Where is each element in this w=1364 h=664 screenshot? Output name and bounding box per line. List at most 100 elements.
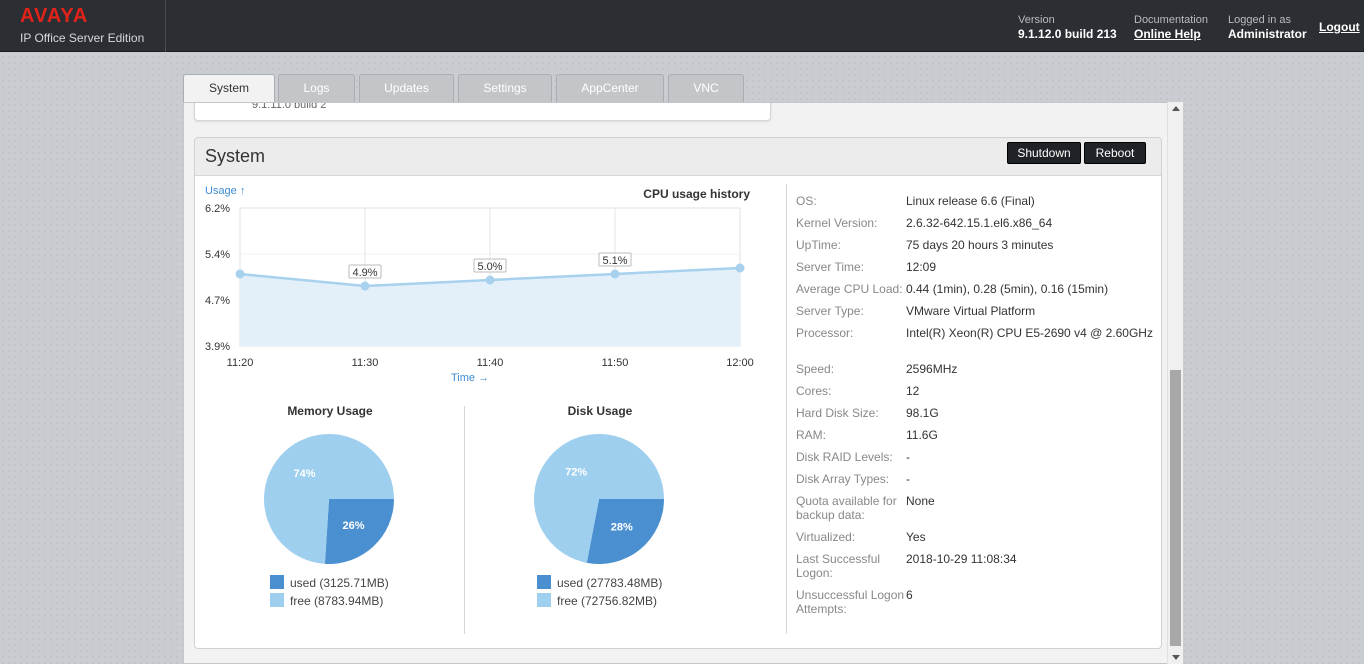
cpu-x-tick: 11:50 [602, 357, 629, 369]
system-info-value: 11.6G [906, 428, 938, 442]
memory-free-swatch [270, 593, 284, 607]
system-info-key: Hard Disk Size: [796, 406, 879, 420]
disk-used-label: used (27783.48MB) [557, 576, 663, 590]
system-info-row: Speed: 2596MHz [796, 362, 1156, 384]
cpu-data-point [235, 269, 245, 279]
system-info-value: - [906, 450, 910, 464]
system-info-row: UpTime: 75 days 20 hours 3 minutes [796, 238, 1156, 260]
system-info-row: Server Time: 12:09 [796, 260, 1156, 282]
memory-usage-title: Memory Usage [287, 404, 373, 418]
vertical-scrollbar[interactable] [1167, 102, 1183, 664]
system-info-value: 2018-10-29 11:08:34 [906, 552, 1017, 566]
system-info-row: Cores: 12 [796, 384, 1156, 406]
system-info-value: 0.44 (1min), 0.28 (5min), 0.16 (15min) [906, 282, 1109, 296]
memory-slice-label: 74% [294, 468, 316, 480]
system-info-row: Average CPU Load: 0.44 (1min), 0.28 (5min… [796, 282, 1156, 304]
cpu-y-axis-label: Usage ↑ [205, 185, 245, 197]
previous-card: 9.1.11.0 build 2 [194, 102, 771, 121]
system-info-value: 75 days 20 hours 3 minutes [906, 238, 1054, 252]
scrollbar-thumb[interactable] [1170, 370, 1181, 646]
cpu-data-point [735, 263, 745, 273]
memory-legend-used: used (3125.71MB) [270, 575, 389, 593]
memory-usage-pie: 26% 74% [264, 434, 394, 564]
previous-card-text: 9.1.11.0 build 2 [252, 102, 327, 111]
system-info-key: UpTime: [796, 238, 841, 252]
cpu-data-point [360, 281, 370, 291]
system-info-value: 2.6.32-642.15.1.el6.x86_64 [906, 216, 1053, 230]
tab-logs[interactable]: Logs [278, 74, 355, 102]
disk-free-label: free (72756.82MB) [557, 594, 658, 608]
online-help-link[interactable]: Online Help [1134, 27, 1201, 41]
system-info-value: 12:09 [906, 260, 937, 274]
memory-used-swatch [270, 575, 284, 589]
cpu-x-tick: 11:30 [352, 357, 379, 369]
system-panel-title: System [205, 146, 266, 166]
memory-used-label: used (3125.71MB) [290, 576, 389, 590]
cpu-x-tick: 11:40 [477, 357, 504, 369]
system-info-row: OS: Linux release 6.6 (Final) [796, 194, 1156, 216]
system-info-row: RAM: 11.6G [796, 428, 1156, 450]
system-info-key: Last Successful Logon: [796, 552, 881, 580]
memory-free-label: free (8783.94MB) [290, 594, 384, 608]
system-info-value: VMware Virtual Platform [906, 304, 1036, 318]
system-info-row: Disk RAID Levels: - [796, 450, 1156, 472]
cpu-y-tick: 4.7% [205, 295, 230, 307]
shutdown-button[interactable]: Shutdown [1007, 142, 1081, 164]
system-info-row: Unsuccessful Logon Attempts: 6 [796, 588, 1156, 624]
tab-system[interactable]: System [183, 74, 275, 103]
system-info-row: Quota available for backup data: None [796, 494, 1156, 530]
disk-legend: used (27783.48MB) free (72756.82MB) [537, 575, 662, 611]
system-info-value: 12 [906, 384, 920, 398]
system-info-row: Hard Disk Size: 98.1G [796, 406, 1156, 428]
system-panel: System Shutdown Reboot 6.2% 5.4% 4.7% 3.9% 4… [194, 137, 1162, 649]
cpu-data-label: 5.1% [602, 255, 627, 267]
disk-legend-free: free (72756.82MB) [537, 593, 662, 611]
documentation-info: Documentation Online Help [1134, 14, 1208, 42]
disk-used-swatch [537, 575, 551, 589]
logged-in-user: Administrator [1228, 27, 1307, 41]
system-info-value: - [906, 472, 910, 486]
system-info-key: Quota available for backup data: [796, 494, 897, 522]
scroll-up-icon[interactable] [1172, 106, 1180, 111]
logged-in-label: Logged in as [1228, 14, 1291, 26]
cpu-data-point [485, 275, 495, 285]
system-info-key: Disk Array Types: [796, 472, 890, 486]
disk-slice-label: 28% [611, 522, 633, 534]
system-info-row: Disk Array Types: - [796, 472, 1156, 494]
system-info-value: 2596MHz [906, 362, 958, 376]
tab-appcenter[interactable]: AppCenter [556, 74, 664, 102]
scroll-down-icon[interactable] [1172, 655, 1180, 660]
cpu-y-tick: 6.2% [205, 203, 230, 215]
system-info-key: RAM: [796, 428, 826, 442]
tab-settings[interactable]: Settings [458, 74, 552, 102]
disk-slice-label: 72% [565, 466, 587, 478]
system-panel-header: System Shutdown Reboot [195, 138, 1161, 176]
system-info-row: Server Type: VMware Virtual Platform [796, 304, 1156, 326]
disk-usage-pie: 28% 72% [534, 434, 664, 564]
documentation-label: Documentation [1134, 14, 1208, 26]
content-area: 9.1.11.0 build 2 System Shutdown Reboot … [183, 102, 1183, 664]
system-info-row: Kernel Version: 2.6.32-642.15.1.el6.x86_6… [796, 216, 1156, 238]
cpu-y-tick: 3.9% [205, 341, 230, 353]
memory-legend-free: free (8783.94MB) [270, 593, 389, 611]
system-info-key: Server Time: [796, 260, 865, 274]
system-info-key: Cores: [796, 384, 832, 398]
system-info-key: Average CPU Load: [796, 282, 903, 296]
system-info-value: 6 [906, 588, 913, 602]
version-label: Version [1018, 14, 1055, 26]
system-info-row: Last Successful Logon: 2018-10-29 11:08:3… [796, 552, 1156, 588]
cpu-data-label: 5.0% [477, 261, 502, 273]
top-bar: AVAYA IP Office Server Edition Version 9… [0, 0, 1364, 52]
system-info-value: None [906, 494, 935, 508]
logout-link[interactable]: Logout [1319, 20, 1360, 34]
system-info-value: Intel(R) Xeon(R) CPU E5-2690 v4 @ 2.60GH… [906, 326, 1153, 340]
tab-vnc[interactable]: VNC [668, 74, 744, 102]
reboot-button[interactable]: Reboot [1084, 142, 1146, 164]
tab-updates[interactable]: Updates [359, 74, 454, 102]
system-info-key: Unsuccessful Logon Attempts: [796, 588, 905, 616]
system-info-key: Virtualized: [796, 530, 856, 544]
pie-divider [464, 406, 465, 634]
brand: AVAYA IP Office Server Edition [0, 0, 166, 52]
cpu-data-point [610, 269, 620, 279]
disk-free-swatch [537, 593, 551, 607]
